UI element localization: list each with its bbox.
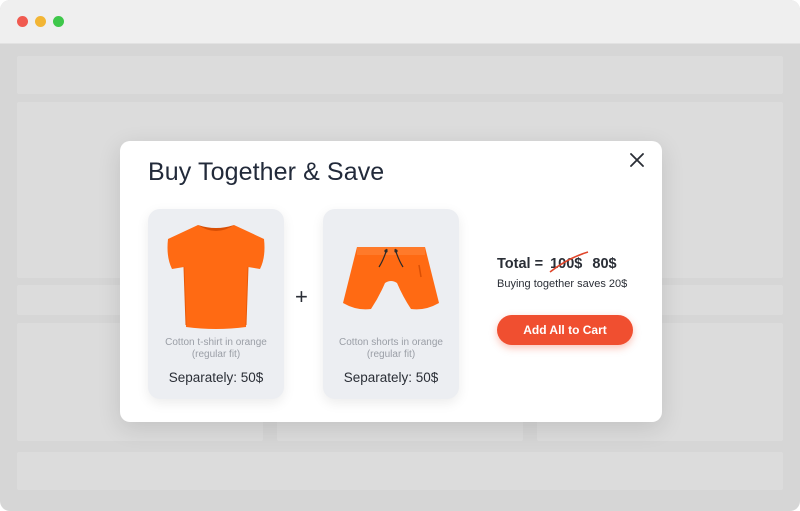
buy-together-modal: Buy Together & Save Cotton t-shirt in or…: [120, 141, 662, 422]
old-price: 100$: [549, 251, 589, 273]
bg-placeholder: [17, 452, 783, 490]
browser-window: Buy Together & Save Cotton t-shirt in or…: [0, 0, 800, 511]
product-card-tshirt[interactable]: Cotton t-shirt in orange (regular fit) S…: [148, 209, 284, 399]
plus-sign: +: [295, 284, 308, 309]
window-titlebar: [0, 0, 800, 44]
bg-placeholder: [17, 56, 783, 94]
product-price: Separately: 50$: [168, 370, 264, 385]
window-zoom-dot[interactable]: [53, 16, 64, 27]
strikethrough-icon: [549, 251, 589, 273]
savings-text: Buying together saves 20$: [497, 278, 628, 290]
product-card-shorts[interactable]: Cotton shorts in orange (regular fit) Se…: [323, 209, 459, 399]
close-icon[interactable]: [628, 151, 646, 169]
total-price-line: Total = 100$ 80$: [497, 251, 617, 273]
window-minimize-dot[interactable]: [35, 16, 46, 27]
product-price: Separately: 50$: [343, 370, 439, 385]
new-price: 80$: [592, 256, 617, 272]
total-label: Total =: [497, 256, 544, 272]
add-all-to-cart-button[interactable]: Add All to Cart: [497, 315, 633, 345]
product-description: Cotton shorts in orange (regular fit): [339, 337, 443, 360]
orange-shorts-image: [343, 247, 439, 310]
modal-title: Buy Together & Save: [148, 158, 385, 186]
orange-tshirt-image: [167, 225, 265, 329]
product-description: Cotton t-shirt in orange (regular fit): [165, 337, 267, 360]
window-close-dot[interactable]: [17, 16, 28, 27]
